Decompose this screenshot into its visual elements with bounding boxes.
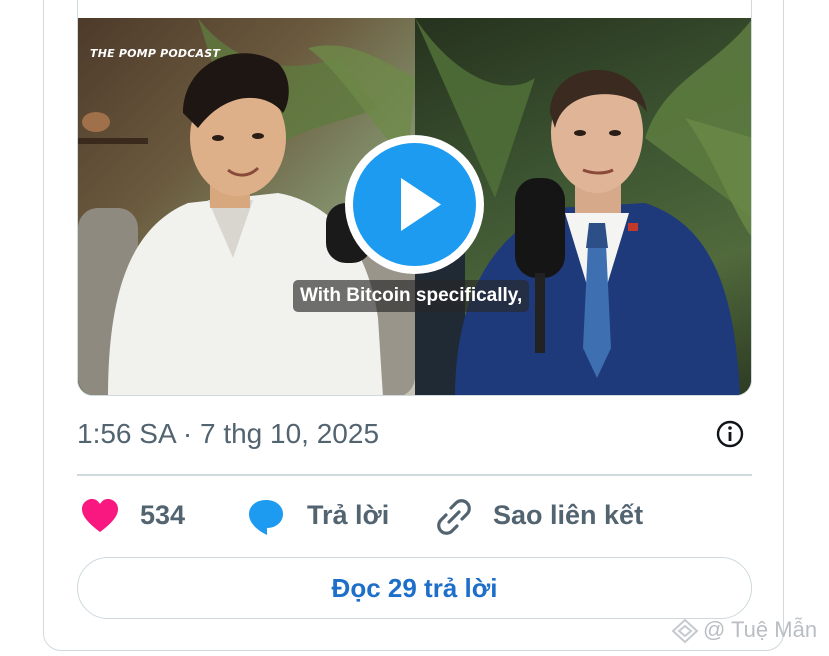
- read-replies-label: Đọc 29 trả lời: [331, 572, 498, 603]
- post-meta: 1:56 SA · 7 thg 10, 2025: [77, 418, 752, 450]
- reply-bubble-icon: [249, 500, 283, 535]
- post-timestamp[interactable]: 1:56 SA · 7 thg 10, 2025: [77, 418, 379, 450]
- like-count: 534: [140, 500, 186, 530]
- video-caption: With Bitcoin specifically,: [293, 280, 530, 312]
- copy-link-label: Sao liên kết: [493, 500, 644, 530]
- video-player[interactable]: THE POMP PODCAST With Bitcoin specifical…: [77, 0, 752, 396]
- play-icon: [401, 178, 441, 231]
- play-button-circle[interactable]: [353, 143, 476, 266]
- watermark-text: @ Tuệ Mẫn: [703, 617, 818, 642]
- podcast-logo: THE POMP PODCAST: [90, 47, 221, 60]
- post-actions: 534 Trả lời Sao liên kết: [77, 494, 752, 538]
- info-icon[interactable]: [715, 419, 745, 449]
- reply-label: Trả lời: [307, 500, 390, 530]
- link-icon: [437, 499, 471, 535]
- media-top-edge: [78, 0, 751, 18]
- watermark-logo-icon: [671, 618, 699, 644]
- divider: [77, 474, 752, 476]
- read-replies-button[interactable]: Đọc 29 trả lời: [77, 557, 752, 619]
- play-button[interactable]: [345, 135, 484, 274]
- heart-icon: [82, 499, 118, 532]
